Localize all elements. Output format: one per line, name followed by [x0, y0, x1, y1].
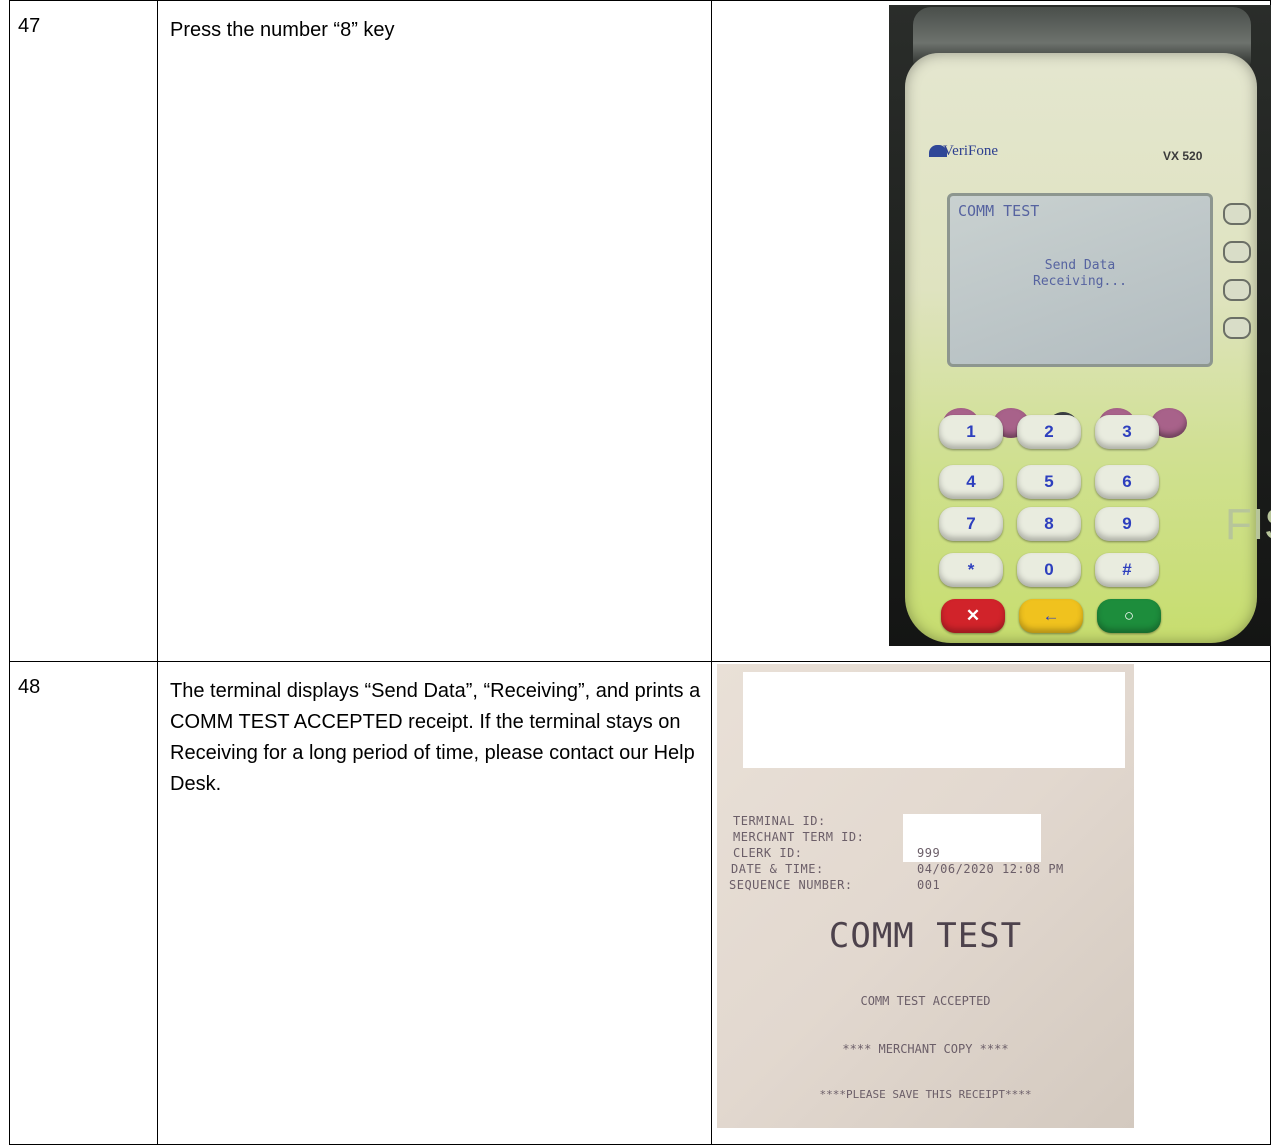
image-cell: VeriFone VX 520 COMM TEST Send Data Rece…	[711, 0, 1271, 662]
step-number: 47	[9, 0, 158, 662]
receipt-status: COMM TEST ACCEPTED	[860, 994, 991, 1008]
clerk-id-label: CLERK ID:	[733, 846, 803, 860]
receipt-heading: COMM TEST	[828, 916, 1023, 956]
softkey-icon	[1223, 317, 1251, 339]
cancel-key-icon: ✕	[941, 599, 1005, 633]
terminal-screen: COMM TEST Send Data Receiving...	[947, 193, 1213, 367]
terminal-photo: VeriFone VX 520 COMM TEST Send Data Rece…	[889, 5, 1271, 646]
enter-key-icon: ○	[1097, 599, 1161, 633]
key-3: 3	[1095, 415, 1159, 449]
screen-line-2: Receiving...	[1033, 274, 1127, 289]
steps-table: 47 Press the number “8” key VeriFone VX …	[9, 0, 1271, 1145]
date-time-label: DATE & TIME:	[731, 862, 824, 876]
key-1: 1	[939, 415, 1003, 449]
backspace-key-icon: ←	[1019, 599, 1083, 633]
fis-logo: FIS	[1225, 500, 1271, 549]
key-6: 6	[1095, 465, 1159, 499]
date-time-value: 04/06/2020 12:08 PM	[917, 862, 1064, 876]
step-description: Press the number “8” key	[157, 0, 712, 662]
screen-line-1: Send Data	[1044, 258, 1116, 273]
key-5: 5	[1017, 465, 1081, 499]
softkey-icon	[1223, 241, 1251, 263]
clerk-id-value: 999	[917, 846, 941, 860]
key-2: 2	[1017, 415, 1081, 449]
terminal-id-label: TERMINAL ID:	[733, 814, 826, 828]
table-row: 48 The terminal displays “Send Data”, “R…	[9, 661, 1271, 1145]
key-8: 8	[1017, 507, 1081, 541]
key-9: 9	[1095, 507, 1159, 541]
step-description: The terminal displays “Send Data”, “Rece…	[157, 661, 712, 1145]
table-row: 47 Press the number “8” key VeriFone VX …	[9, 0, 1271, 662]
redacted-header	[743, 672, 1125, 768]
softkey-icon	[1223, 203, 1251, 225]
screen-title: COMM TEST	[958, 202, 1040, 220]
softkey-icon	[1223, 279, 1251, 301]
receipt-photo: TERMINAL ID: MERCHANT TERM ID: CLERK ID:…	[717, 664, 1134, 1128]
merchant-term-id-label: MERCHANT TERM ID:	[733, 830, 865, 844]
key-0: 0	[1017, 553, 1081, 587]
key-star: *	[939, 553, 1003, 587]
terminal-body: VeriFone VX 520 COMM TEST Send Data Rece…	[905, 53, 1271, 643]
key-hash: #	[1095, 553, 1159, 587]
terminal-brand: VeriFone	[943, 143, 998, 159]
step-number: 48	[9, 661, 158, 1145]
sequence-label: SEQUENCE NUMBER:	[729, 878, 853, 892]
key-4: 4	[939, 465, 1003, 499]
terminal-model: VX 520	[1163, 149, 1203, 163]
receipt-save-line: ****PLEASE SAVE THIS RECEIPT****	[819, 1088, 1032, 1101]
sequence-value: 001	[917, 878, 941, 892]
image-cell: TERMINAL ID: MERCHANT TERM ID: CLERK ID:…	[711, 661, 1271, 1145]
key-7: 7	[939, 507, 1003, 541]
receipt-copy-line: **** MERCHANT COPY ****	[842, 1042, 1009, 1056]
